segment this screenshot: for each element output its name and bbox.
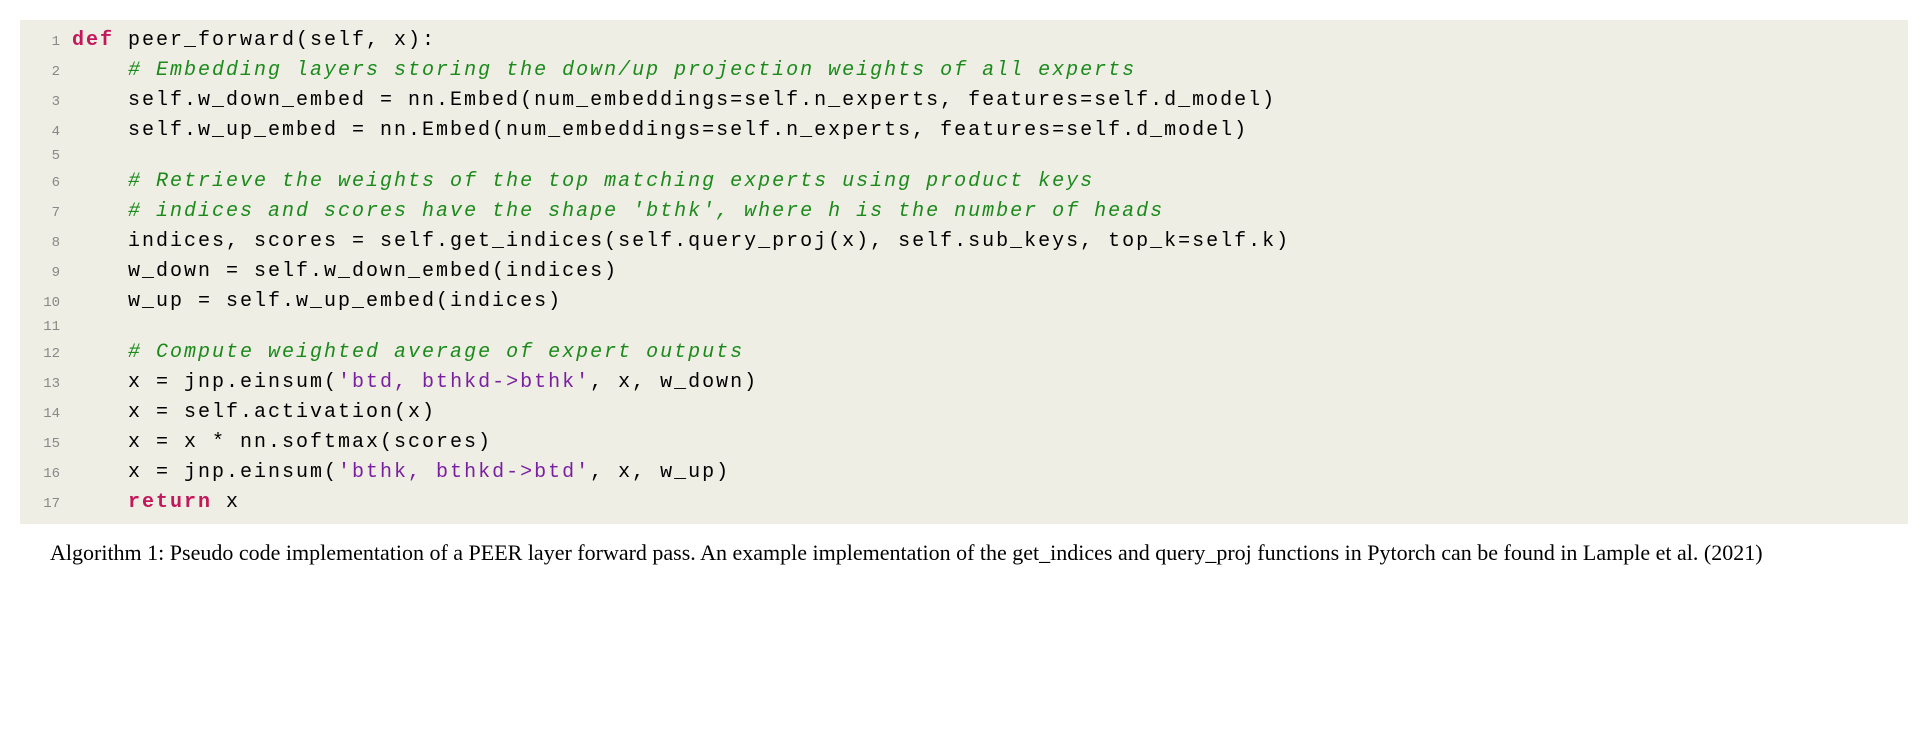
code-content: # Embedding layers storing the down/up p… <box>72 56 1136 86</box>
code-content: return x <box>72 488 240 518</box>
code-content: self.w_down_embed = nn.Embed(num_embeddi… <box>72 86 1276 116</box>
code-content: def peer_forward(self, x): <box>72 26 436 56</box>
line-number: 9 <box>20 263 72 284</box>
code-line: 13 x = jnp.einsum('btd, bthkd->bthk', x,… <box>20 368 1908 398</box>
code-listing: 1def peer_forward(self, x):2 # Embedding… <box>20 20 1908 524</box>
code-line: 15 x = x * nn.softmax(scores) <box>20 428 1908 458</box>
line-number: 4 <box>20 122 72 143</box>
code-line: 12 # Compute weighted average of expert … <box>20 338 1908 368</box>
code-line: 9 w_down = self.w_down_embed(indices) <box>20 257 1908 287</box>
code-line: 14 x = self.activation(x) <box>20 398 1908 428</box>
line-number: 3 <box>20 92 72 113</box>
code-content: w_down = self.w_down_embed(indices) <box>72 257 618 287</box>
code-content: self.w_up_embed = nn.Embed(num_embedding… <box>72 116 1248 146</box>
line-number: 8 <box>20 233 72 254</box>
line-number: 15 <box>20 434 72 455</box>
code-line: 1def peer_forward(self, x): <box>20 26 1908 56</box>
code-line: 8 indices, scores = self.get_indices(sel… <box>20 227 1908 257</box>
code-line: 4 self.w_up_embed = nn.Embed(num_embeddi… <box>20 116 1908 146</box>
code-content: x = self.activation(x) <box>72 398 436 428</box>
code-line: 2 # Embedding layers storing the down/up… <box>20 56 1908 86</box>
code-line: 17 return x <box>20 488 1908 518</box>
code-content: x = x * nn.softmax(scores) <box>72 428 492 458</box>
code-content: x = jnp.einsum('bthk, bthkd->btd', x, w_… <box>72 458 730 488</box>
code-content: # Retrieve the weights of the top matchi… <box>72 167 1094 197</box>
code-line: 6 # Retrieve the weights of the top matc… <box>20 167 1908 197</box>
code-content: x = jnp.einsum('btd, bthkd->bthk', x, w_… <box>72 368 758 398</box>
line-number: 5 <box>20 146 72 167</box>
line-number: 7 <box>20 203 72 224</box>
line-number: 12 <box>20 344 72 365</box>
line-number: 11 <box>20 317 72 338</box>
algorithm-caption: Algorithm 1: Pseudo code implementation … <box>20 524 1908 569</box>
code-content: # indices and scores have the shape 'bth… <box>72 197 1164 227</box>
line-number: 10 <box>20 293 72 314</box>
code-content: # Compute weighted average of expert out… <box>72 338 744 368</box>
line-number: 16 <box>20 464 72 485</box>
code-line: 10 w_up = self.w_up_embed(indices) <box>20 287 1908 317</box>
line-number: 13 <box>20 374 72 395</box>
line-number: 17 <box>20 494 72 515</box>
code-line: 16 x = jnp.einsum('bthk, bthkd->btd', x,… <box>20 458 1908 488</box>
code-content: indices, scores = self.get_indices(self.… <box>72 227 1290 257</box>
code-line: 11 <box>20 317 1908 338</box>
line-number: 1 <box>20 32 72 53</box>
line-number: 14 <box>20 404 72 425</box>
code-line: 5 <box>20 146 1908 167</box>
line-number: 2 <box>20 62 72 83</box>
code-line: 3 self.w_down_embed = nn.Embed(num_embed… <box>20 86 1908 116</box>
code-content: w_up = self.w_up_embed(indices) <box>72 287 562 317</box>
line-number: 6 <box>20 173 72 194</box>
code-line: 7 # indices and scores have the shape 'b… <box>20 197 1908 227</box>
